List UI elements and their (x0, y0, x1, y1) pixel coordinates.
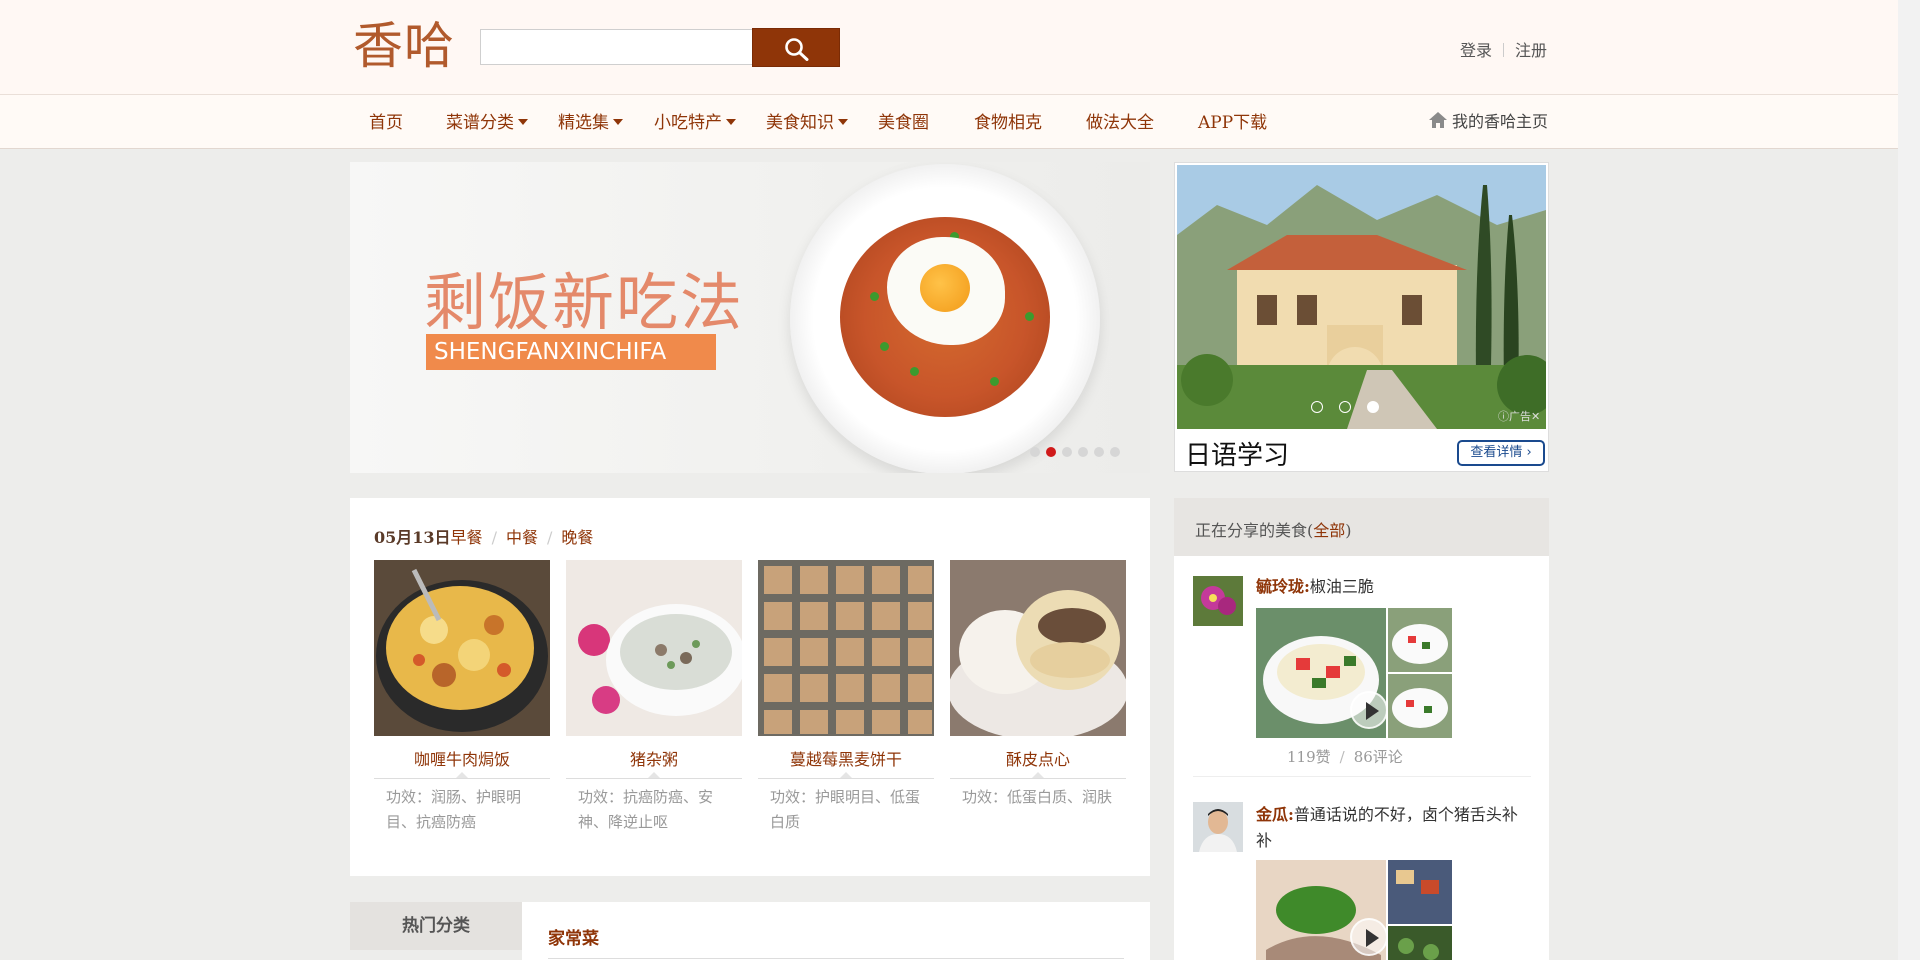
post-text: 毓玲珑:椒油三脆 (1256, 577, 1374, 596)
recipe-name[interactable]: 蔓越莓黑麦饼干 (758, 746, 934, 770)
tab-divider: / (491, 528, 497, 547)
likes-count[interactable]: 119赞 (1287, 748, 1331, 766)
pea (910, 367, 919, 376)
recipe-image[interactable] (374, 560, 550, 736)
nav-bar (0, 95, 1898, 149)
card-divider (758, 772, 934, 779)
banner-dot[interactable] (1110, 447, 1120, 457)
site-logo[interactable]: 香哈 (353, 18, 455, 74)
search-icon (785, 38, 809, 61)
banner-dot-active[interactable] (1046, 447, 1056, 457)
nav-item-recipe-categories[interactable]: 菜谱分类 (446, 108, 528, 133)
ad-badge: ⓘ广告✕ (1498, 410, 1541, 423)
recipe-name[interactable]: 咖喱牛肉焗饭 (374, 746, 550, 770)
card-divider (950, 772, 1126, 779)
ad-dot-active[interactable] (1367, 401, 1379, 413)
play-icon[interactable] (1350, 691, 1388, 729)
post-username[interactable]: 毓玲珑: (1256, 577, 1310, 596)
nav-item-food-conflicts[interactable]: 食物相克 (974, 108, 1042, 133)
chevron-down-icon (838, 119, 848, 125)
nav-item-food-circle[interactable]: 美食圈 (878, 108, 929, 133)
recipe-image[interactable] (758, 560, 934, 736)
card-divider (566, 772, 742, 779)
nav-item-home[interactable]: 首页 (369, 108, 403, 133)
home-icon (1429, 112, 1447, 128)
recipe-card[interactable]: 酥皮点心 功效：低蛋白质、润肤 (950, 560, 1126, 810)
pea (880, 342, 889, 351)
card-divider (374, 772, 550, 779)
pea (870, 292, 879, 301)
nav-item-app-download[interactable]: APP下载 (1198, 108, 1267, 133)
banner-dot[interactable] (1094, 447, 1104, 457)
recipe-effect: 功效：润肠、护眼明目、抗癌防癌 (386, 788, 522, 831)
pea (990, 377, 999, 386)
recipe-effect: 功效：抗癌防癌、安神、降逆止呕 (578, 788, 714, 831)
auth-links: 登录 注册 (1460, 37, 1547, 61)
ad-image[interactable] (1177, 165, 1546, 429)
sharing-title: 正在分享的美食(全部) (1195, 521, 1352, 540)
post-stats: 119赞/86评论 (1287, 748, 1403, 766)
ad-villa-image (1177, 165, 1546, 429)
play-icon[interactable] (1350, 918, 1388, 956)
chevron-down-icon (518, 119, 528, 125)
post-text: 金瓜:普通话说的不好，卤个猪舌头补补 (1256, 805, 1518, 850)
recipe-name[interactable]: 猪杂粥 (566, 746, 742, 770)
tab-lunch[interactable]: 中餐 (506, 528, 538, 547)
my-home-link[interactable]: 我的香哈主页 (1428, 108, 1548, 132)
scrollbar[interactable] (1898, 0, 1920, 960)
nav-item-food-knowledge[interactable]: 美食知识 (766, 108, 848, 133)
ad-dot[interactable] (1311, 401, 1323, 413)
tab-divider: / (546, 528, 553, 547)
avatar[interactable] (1193, 802, 1243, 852)
tab-hot-categories[interactable]: 热门分类 (350, 902, 522, 950)
meal-date: 05月13日 (374, 528, 451, 547)
category-divider (548, 958, 1124, 959)
category-title[interactable]: 家常菜 (548, 924, 599, 949)
banner-pagination (1030, 442, 1126, 461)
ad-text[interactable]: 日语学习 (1185, 435, 1289, 472)
login-link[interactable]: 登录 (1460, 41, 1492, 60)
avatar[interactable] (1193, 576, 1243, 626)
auth-divider (1503, 43, 1505, 57)
chevron-down-icon (726, 119, 736, 125)
tab-dinner[interactable]: 晚餐 (561, 528, 593, 547)
nav-item-collections[interactable]: 精选集 (558, 108, 623, 133)
register-link[interactable]: 注册 (1515, 41, 1547, 60)
ad-pagination (1311, 398, 1395, 417)
post-username[interactable]: 金瓜: (1256, 805, 1294, 824)
comments-count[interactable]: 86评论 (1354, 748, 1403, 766)
search-input[interactable] (480, 29, 752, 65)
pea (1025, 312, 1034, 321)
banner-dot[interactable] (1062, 447, 1072, 457)
banner-dot[interactable] (1078, 447, 1088, 457)
nav-item-methods[interactable]: 做法大全 (1086, 108, 1154, 133)
banner-egg-yolk (920, 264, 970, 312)
recipe-card[interactable]: 蔓越莓黑麦饼干 功效：护眼明目、低蛋白质 (758, 560, 934, 835)
recipe-card[interactable]: 猪杂粥 功效：抗癌防癌、安神、降逆止呕 (566, 560, 742, 835)
chevron-down-icon (613, 119, 623, 125)
recipe-effect: 功效：低蛋白质、润肤 (962, 788, 1113, 806)
top-header (0, 0, 1898, 95)
recipe-effect: 功效：护眼明目、低蛋白质 (770, 788, 921, 831)
hero-banner[interactable]: 剩饭新吃法 SHENGFANXINCHIFA (350, 162, 1150, 473)
banner-title: 剩饭新吃法 (424, 266, 745, 339)
banner-dot[interactable] (1030, 447, 1040, 457)
tab-breakfast[interactable]: 早餐 (451, 528, 483, 547)
recipe-card[interactable]: 咖喱牛肉焗饭 功效：润肠、护眼明目、抗癌防癌 (374, 560, 550, 835)
banner-subtitle: SHENGFANXINCHIFA (426, 334, 716, 370)
recipe-image[interactable] (566, 560, 742, 736)
recipe-image[interactable] (950, 560, 1126, 736)
nav-item-snacks[interactable]: 小吃特产 (654, 108, 736, 133)
hot-categories-panel (522, 902, 1150, 960)
recipe-name[interactable]: 酥皮点心 (950, 746, 1126, 770)
post-divider (1193, 776, 1531, 777)
search-button[interactable] (752, 28, 840, 67)
meal-header: 05月13日早餐 / 中餐 / 晚餐 (374, 524, 593, 548)
ad-details-button[interactable]: 查看详情 › (1457, 440, 1545, 466)
view-all-link[interactable]: 全部 (1313, 521, 1345, 540)
ad-dot[interactable] (1339, 401, 1351, 413)
